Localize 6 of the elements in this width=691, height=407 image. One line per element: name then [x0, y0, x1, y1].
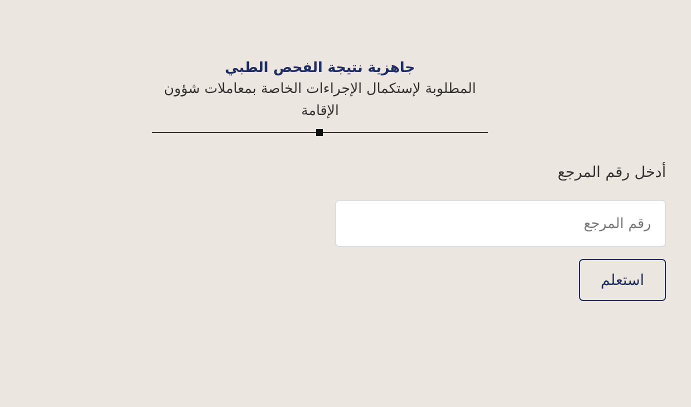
divider-square-icon	[316, 129, 323, 136]
inquire-button[interactable]: استعلم	[579, 259, 666, 301]
page-subtitle: المطلوبة لإستكمال الإجراءات الخاصة بمعاملات شؤون الإقامة	[162, 80, 478, 121]
field-label: أدخل رقم المرجع	[558, 161, 666, 183]
reference-input-field[interactable]: رقم المرجع	[335, 200, 666, 247]
page-title: جاهزية نتيجة الفحص الطبي	[224, 59, 416, 78]
